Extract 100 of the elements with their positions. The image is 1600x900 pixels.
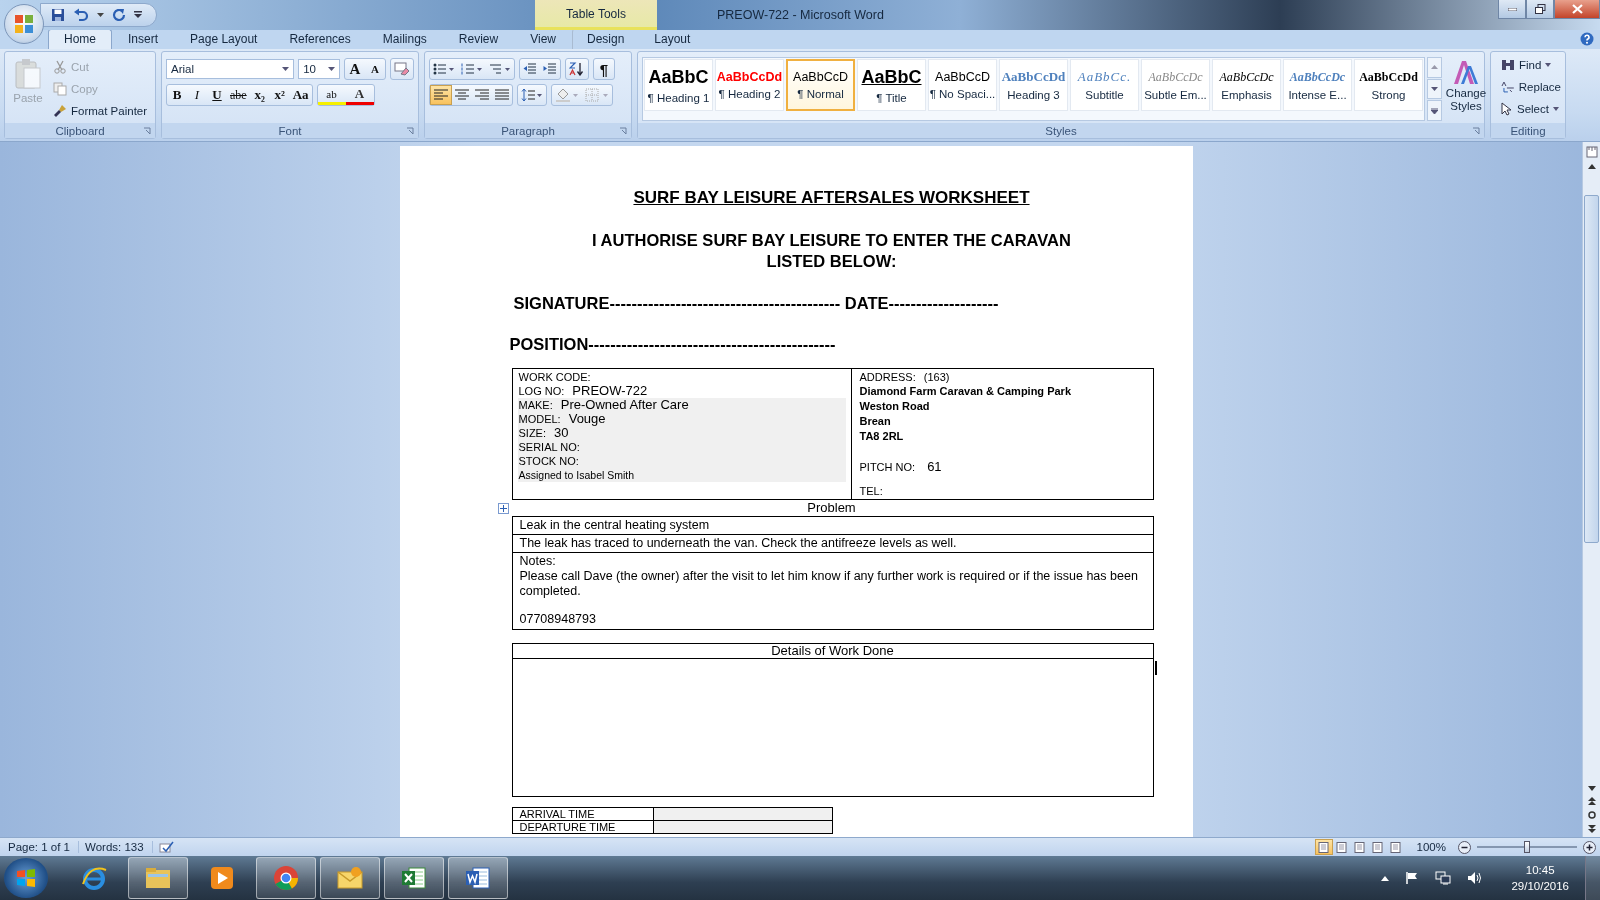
dialog-launcher-icon[interactable] [406,127,414,135]
format-button[interactable]: B [167,85,187,105]
style-swatch[interactable]: AaBbCcD ¶ Normal [786,59,855,111]
style-name: Heading 3 [1007,89,1060,101]
zoom-out-icon[interactable] [1458,840,1471,854]
authorisation-heading: I AUTHORISE SURF BAY LEISURE TO ENTER THE CARAVAN [591,230,1072,251]
style-swatch[interactable]: AaBbCcD ¶ No Spaci... [928,59,997,111]
editing-button[interactable]: Find [1495,56,1561,74]
browse-object-icon[interactable] [1587,811,1596,819]
help-icon[interactable] [1580,32,1594,46]
redo-icon[interactable] [112,8,126,22]
align-button[interactable] [430,85,452,105]
save-icon[interactable] [51,8,65,22]
taskbar-app[interactable] [448,857,508,899]
restore-button[interactable] [1526,0,1554,19]
close-button[interactable] [1554,0,1600,19]
table-caption: Problem [806,500,857,516]
style-swatch[interactable]: AaBbCcDd Heading 3 [999,59,1068,111]
ruler-icon[interactable] [1585,146,1598,158]
dialog-launcher-icon[interactable] [619,127,627,135]
start-button[interactable] [4,858,48,898]
ribbon-tab[interactable]: References [273,29,367,49]
taskbar-app[interactable] [384,857,444,899]
ribbon-tab[interactable]: Review [442,29,515,49]
ribbon-tab[interactable]: Layout [639,29,706,49]
zoom-level[interactable]: 100% [1410,841,1452,853]
style-swatch[interactable]: AaBbC ¶ Title [857,59,926,111]
replace-icon [1501,81,1515,93]
view-button[interactable] [1314,839,1333,855]
format-button[interactable]: Aa [289,85,312,105]
taskbar-app[interactable] [128,857,188,899]
table-move-handle-icon[interactable] [497,503,509,514]
ribbon-tab[interactable]: Page Layout [174,29,274,49]
zoom-slider[interactable] [1477,841,1577,853]
brush-icon [53,104,67,118]
time-label: DEPARTURE TIME [512,821,654,833]
next-page-icon[interactable] [1587,825,1596,833]
copy-icon [53,82,67,96]
scroll-up-icon[interactable] [1587,164,1596,169]
ribbon-tab[interactable]: Mailings [366,29,443,49]
format-button[interactable]: x₂ [249,85,270,105]
style-swatch[interactable]: AaBbC ¶ Heading 1 [644,59,713,111]
ribbon-tab[interactable]: Insert [112,29,175,49]
zoom-thumb[interactable] [1524,841,1530,853]
customize-caret-icon[interactable] [134,11,142,19]
editing-button[interactable]: Select [1495,100,1561,118]
format-button[interactable]: ab [317,85,346,105]
taskbar-app[interactable] [320,857,380,899]
taskbar-app[interactable] [256,857,316,899]
caret-icon[interactable] [97,12,104,18]
time-field[interactable] [653,808,832,820]
ribbon-tab[interactable]: View [514,29,572,49]
show-formatting-button[interactable]: ¶ [594,59,614,79]
style-name: ¶ Heading 1 [647,91,710,104]
speaker-icon[interactable] [1467,871,1484,885]
format-button[interactable]: x² [269,85,290,105]
proofing-icon[interactable] [158,841,175,853]
time-field[interactable] [653,821,832,833]
clock[interactable]: 10:45 29/10/2016 [1511,862,1569,894]
editing-button[interactable]: Replace [1495,78,1561,96]
group-label: Styles [1045,124,1077,137]
word-count[interactable]: Words: 133 [85,841,153,853]
font-size-field[interactable]: 10 [298,59,340,79]
shrink-font-button[interactable]: A [365,59,385,79]
previous-page-icon[interactable] [1587,797,1596,805]
undo-icon[interactable] [73,8,89,22]
grow-font-button[interactable]: A [345,59,365,79]
style-swatch[interactable]: AaBbCc. Subtitle [1070,59,1139,111]
format-button[interactable]: A [345,85,374,105]
style-name: ¶ No Spaci... [929,88,996,100]
dialog-launcher-icon[interactable] [1472,127,1480,135]
scroll-thumb[interactable] [1584,195,1599,543]
style-swatch[interactable]: AaBbCcDc Subtle Em... [1141,59,1210,111]
style-preview: AaBbCcDc [1148,69,1203,85]
style-swatch[interactable]: AaBbCcDc Intense E... [1283,59,1352,111]
ribbon-tab[interactable]: Home [48,29,112,49]
format-button[interactable]: abe [227,85,250,105]
change-styles-button[interactable]: Change Styles [1444,57,1488,121]
style-swatch[interactable]: AaBbCcDc Emphasis [1212,59,1281,111]
flag-icon[interactable] [1405,871,1420,885]
vertical-scrollbar[interactable] [1582,142,1600,837]
line-spacing-icon [521,88,543,102]
network-icon[interactable] [1435,871,1452,885]
scroll-down-icon[interactable] [1587,786,1596,791]
style-swatch[interactable]: AaBbCcDd Strong [1354,59,1423,111]
address-code: (163) [923,370,950,384]
scroll-down-button[interactable] [1427,78,1442,100]
font-name-field[interactable]: Arial [166,59,295,79]
show-hidden-icons-icon[interactable] [1381,875,1390,881]
circle-browser-icon [273,865,299,891]
caret-icon [1431,87,1438,91]
clipboard-button[interactable]: Format Painter [53,102,148,120]
field-label: ADDRESS: [859,370,916,384]
format-button[interactable]: U [207,85,227,105]
style-swatch[interactable]: AaBbCcDd ¶ Heading 2 [715,59,784,111]
more-styles-button[interactable] [1427,100,1442,121]
zoom-in-icon[interactable] [1583,840,1596,854]
page-count[interactable]: Page: 1 of 1 [8,841,80,853]
format-button[interactable]: I [187,85,207,105]
dialog-launcher-icon[interactable] [143,127,151,135]
